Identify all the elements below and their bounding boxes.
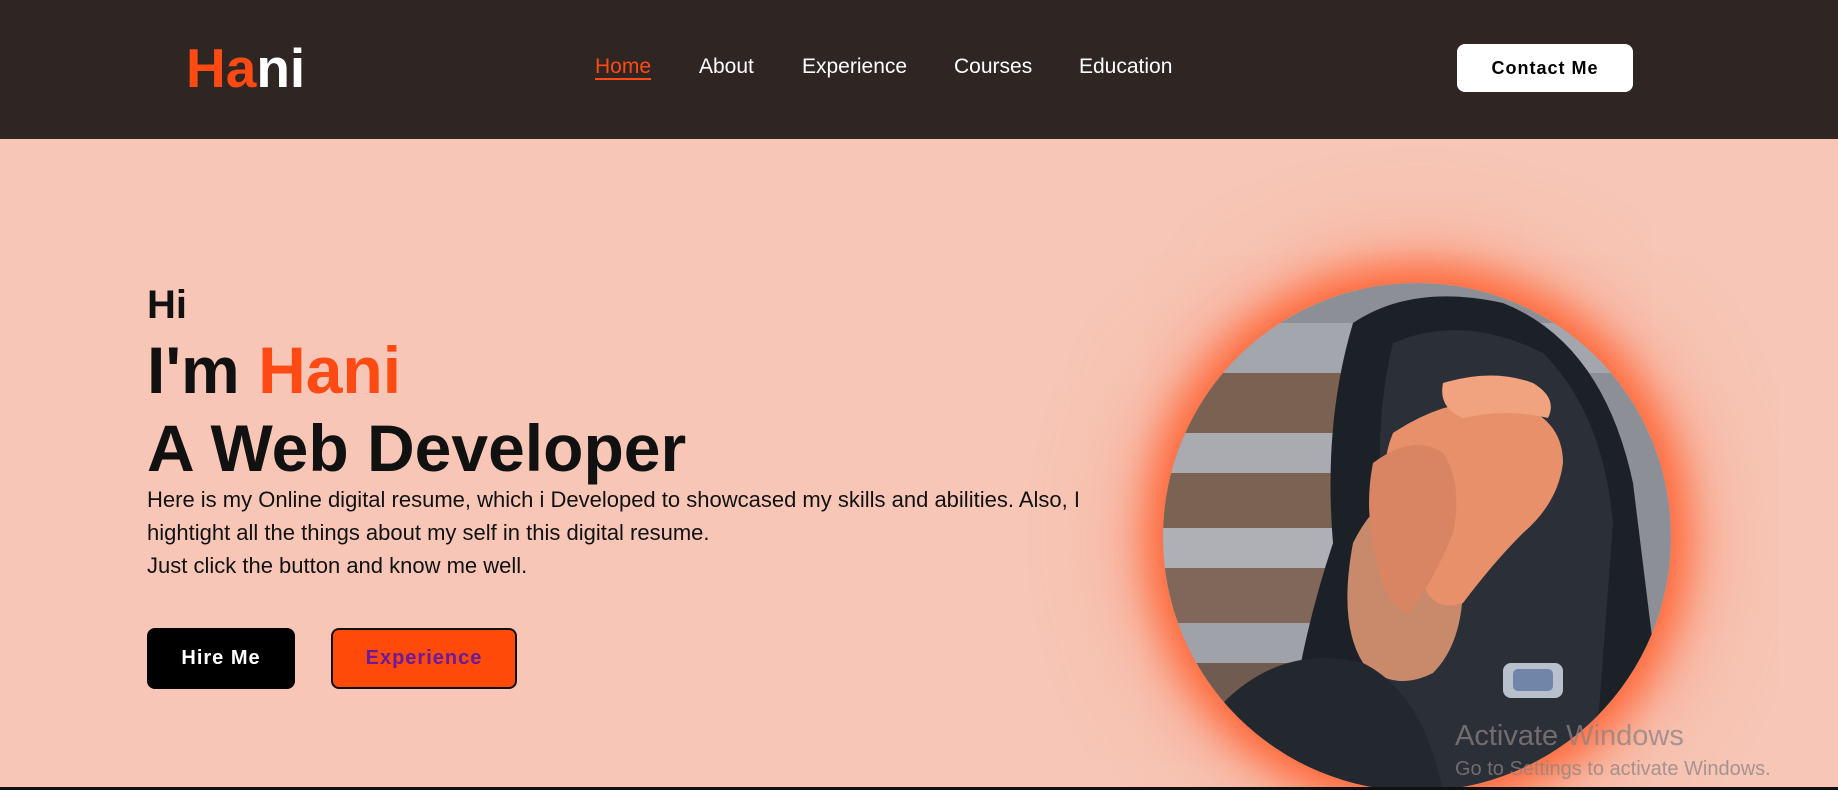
contact-me-button[interactable]: Contact Me: [1457, 44, 1633, 92]
site-logo[interactable]: Hani: [186, 37, 305, 99]
profile-photo: [1163, 283, 1671, 790]
navbar: Hani Home About Experience Courses Educa…: [0, 0, 1838, 139]
experience-button[interactable]: Experience: [331, 628, 517, 689]
nav-about[interactable]: About: [699, 52, 754, 82]
nav-education[interactable]: Education: [1079, 52, 1172, 82]
hero-name: Hani: [258, 333, 402, 407]
hero-greeting: Hi: [147, 283, 187, 327]
hire-me-button[interactable]: Hire Me: [147, 628, 295, 689]
hero-intro: I'm Hani: [147, 332, 401, 408]
logo-accent: Ha: [186, 37, 257, 99]
hero-description-line1: Here is my Online digital resume, which …: [147, 487, 1080, 545]
hero-role: A Web Developer: [147, 411, 687, 485]
logo-rest: ni: [256, 37, 306, 99]
nav-experience[interactable]: Experience: [802, 52, 907, 82]
hero-description: Here is my Online digital resume, which …: [147, 483, 1107, 582]
hero-description-line2: Just click the button and know me well.: [147, 553, 528, 578]
nav-courses[interactable]: Courses: [954, 52, 1032, 82]
nav-home[interactable]: Home: [595, 52, 651, 82]
profile-illustration: [1163, 283, 1671, 790]
hero-intro-prefix: I'm: [147, 333, 259, 407]
